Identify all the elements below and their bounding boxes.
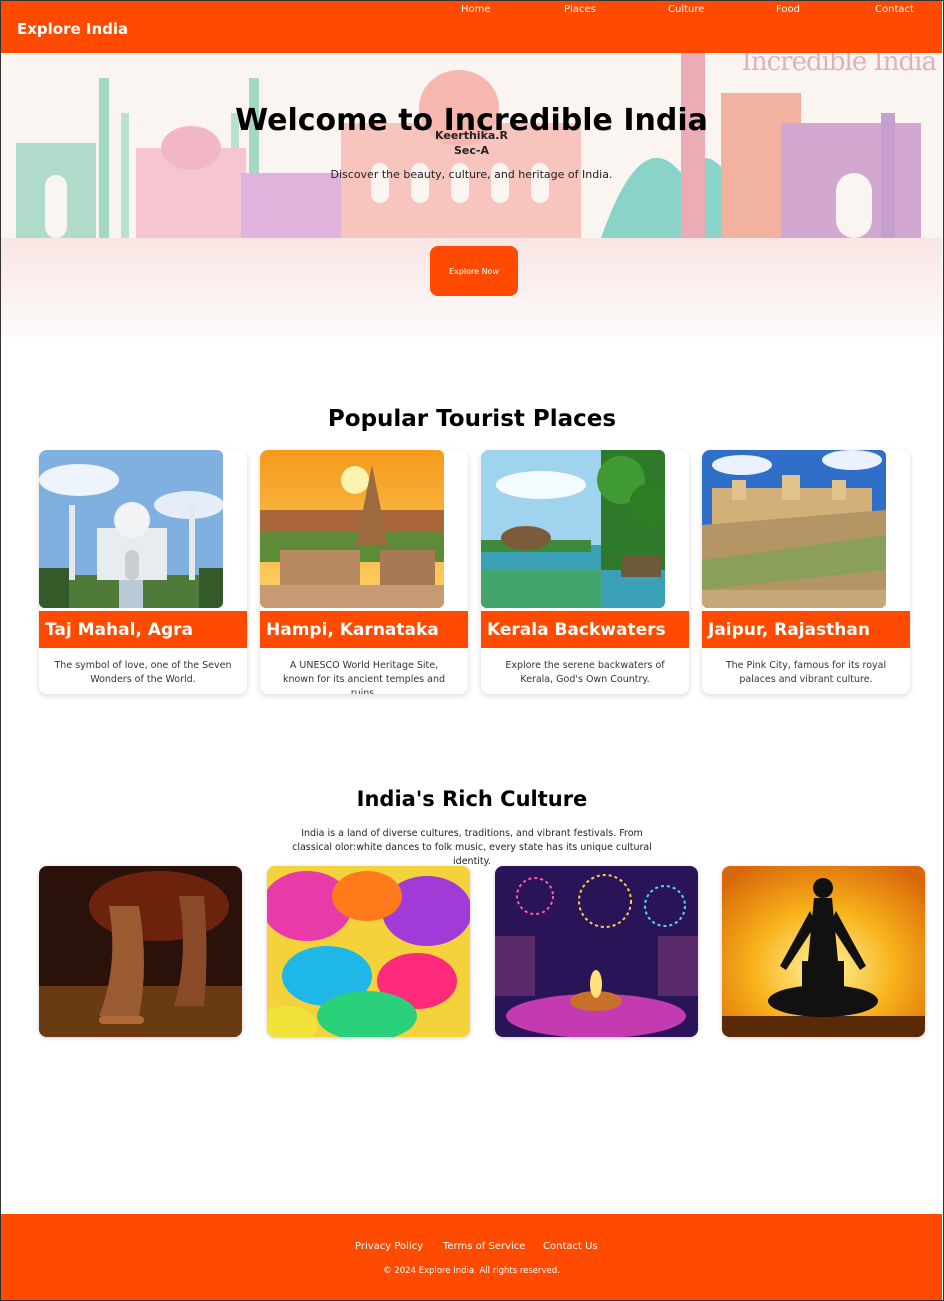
hampi-temple-photo [260, 450, 444, 608]
place-card-description: The Pink City, famous for its royal pala… [725, 660, 887, 685]
nav-links: Home Places Culture Food Contact [1, 4, 942, 18]
hero-section-label: Sec-A [454, 144, 489, 157]
holi-colors-photo[interactable] [267, 866, 470, 1037]
culture-section-title: India's Rich Culture [356, 787, 588, 811]
places-section-title: Popular Tourist Places [327, 406, 617, 432]
place-card-description: Explore the serene backwaters of Kerala,… [505, 660, 665, 685]
hero-banner: Incredible India Welcome to Incredible I… [1, 53, 942, 337]
place-card-taj-mahal[interactable]: Taj Mahal, Agra The symbol of love, one … [39, 450, 247, 694]
place-card-kerala[interactable]: Kerala Backwaters Explore the serene bac… [481, 450, 689, 694]
footer-link-privacy[interactable]: Privacy Policy [355, 1241, 423, 1252]
top-navbar: Explore India Home Places Culture Food C… [1, 1, 942, 53]
nav-link-food[interactable]: Food [776, 4, 800, 15]
nav-link-contact[interactable]: Contact [875, 4, 914, 15]
place-card-jaipur[interactable]: Jaipur, Rajasthan The Pink City, famous … [702, 450, 910, 694]
incredible-india-watermark: Incredible India [741, 53, 937, 77]
diwali-lamps-photo[interactable] [495, 866, 698, 1037]
classical-dance-photo[interactable] [39, 866, 242, 1037]
taj-mahal-photo [39, 450, 223, 608]
site-footer: Privacy Policy Terms of Service Contact … [1, 1214, 942, 1300]
kerala-backwaters-photo [481, 450, 665, 608]
jaipur-fort-photo [702, 450, 886, 608]
place-card-description: The symbol of love, one of the Seven Won… [54, 660, 232, 685]
hero-author: Keerthika.R [435, 129, 508, 142]
place-card-title: Hampi, Karnataka [260, 611, 468, 648]
footer-link-terms[interactable]: Terms of Service [443, 1241, 525, 1252]
place-card-hampi[interactable]: Hampi, Karnataka A UNESCO World Heritage… [260, 450, 468, 694]
nav-link-home[interactable]: Home [461, 4, 491, 15]
place-card-title: Kerala Backwaters [481, 611, 689, 648]
place-card-title: Jaipur, Rajasthan [702, 611, 910, 648]
hero-subtitle: Discover the beauty, culture, and herita… [330, 168, 613, 181]
footer-link-contact[interactable]: Contact Us [543, 1241, 598, 1252]
brand-logo[interactable]: Explore India [17, 20, 128, 38]
yoga-silhouette-photo[interactable] [722, 866, 925, 1037]
culture-description: India is a land of diverse cultures, tra… [292, 828, 652, 867]
nav-link-culture[interactable]: Culture [668, 4, 704, 15]
nav-link-places[interactable]: Places [564, 4, 596, 15]
explore-now-button[interactable]: Explore Now [430, 246, 518, 296]
place-card-title: Taj Mahal, Agra [39, 611, 247, 648]
place-card-description: A UNESCO World Heritage Site, known for … [282, 660, 446, 694]
copyright-text: © 2024 Explore India. All rights reserve… [383, 1266, 560, 1276]
